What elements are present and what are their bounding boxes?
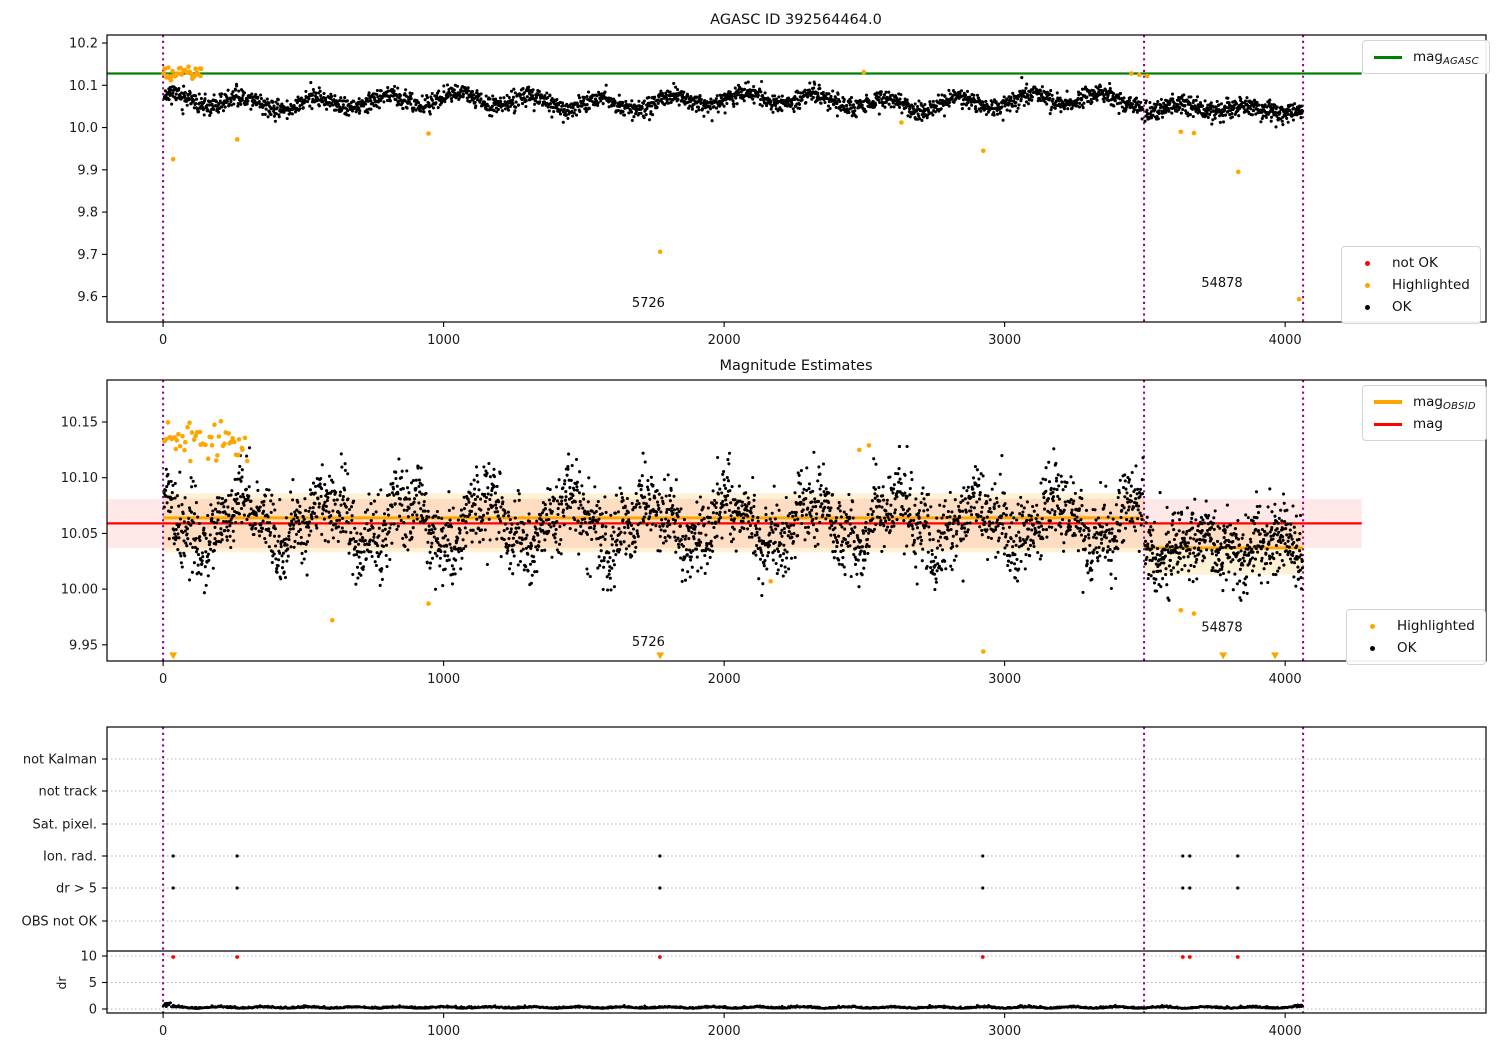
svg-text:9.8: 9.8 [77, 206, 98, 221]
svg-text:9.7: 9.7 [77, 248, 98, 263]
legend-label: mag [1413, 416, 1443, 432]
legend-item-mag-agasc: magAGASC [1371, 46, 1479, 68]
plot1-title: AGASC ID 392564464.0 [710, 12, 882, 28]
legend-item-highlighted: Highlighted [1355, 615, 1475, 637]
legend-label: magOBSID [1413, 394, 1476, 412]
plot2-dot-legend: Highlighted OK [1346, 609, 1486, 665]
flag-category-label: not Kalman [23, 753, 97, 768]
highlighted-dot-icon [1369, 623, 1375, 629]
flag-category-label: not track [38, 785, 97, 800]
mag-agasc-line-icon [1374, 55, 1402, 59]
annotation: 54878 [1201, 620, 1242, 635]
plot2-title: Magnitude Estimates [719, 358, 873, 374]
highlighted-dot-icon [1364, 282, 1370, 288]
legend-item-highlighted: Highlighted [1350, 274, 1470, 296]
flag-category-label: Ion. rad. [43, 850, 97, 865]
flag-category-label: Sat. pixel. [33, 818, 97, 833]
mag-obsid-line-icon [1374, 400, 1402, 404]
legend-label: OK [1397, 640, 1417, 656]
plot1-dot-legend: not OK Highlighted OK [1341, 246, 1481, 324]
not-ok-dot-icon [1364, 260, 1370, 266]
svg-text:9.9: 9.9 [77, 163, 98, 178]
dr-axis-label: dr [54, 976, 69, 990]
plot2-line-legend: magOBSID mag [1362, 385, 1487, 441]
legend-item-not-ok: not OK [1350, 252, 1470, 274]
legend-label: Highlighted [1397, 618, 1475, 634]
flags-plot-layer: 0 1000 2000 3000 4000not Kalmannot trackSat.… [22, 726, 1487, 1039]
mag-line-icon [1374, 422, 1402, 426]
svg-text:10.1: 10.1 [69, 79, 98, 94]
legend-item-mag: mag [1371, 413, 1476, 435]
legend-label: magAGASC [1413, 49, 1479, 67]
svg-text:10.0: 10.0 [69, 121, 98, 136]
legend-item-mag-obsid: magOBSID [1371, 391, 1476, 413]
legend-label: Highlighted [1392, 277, 1470, 293]
svg-text:1000: 1000 [427, 333, 460, 348]
legend-item-ok: OK [1350, 296, 1470, 318]
svg-text:10.2: 10.2 [69, 37, 98, 52]
svg-text:9.6: 9.6 [77, 290, 98, 305]
mag-plot-layer: 5726 54878 0 1000 2000 3000 4000 9.6 9.7 9.8 9.9 10… [69, 34, 1487, 348]
plot1-line-legend: magAGASC [1362, 40, 1490, 74]
legend-item-ok: OK [1355, 637, 1475, 659]
mag-plot-layer: 5726548780 1000 2000 3000 40009.9510.0010.05… [61, 379, 1487, 687]
annotation: 54878 [1201, 276, 1242, 291]
legend-label: not OK [1392, 255, 1438, 271]
svg-text:2000: 2000 [708, 333, 741, 348]
svg-text:3000: 3000 [988, 333, 1021, 348]
ok-dot-icon [1369, 645, 1375, 651]
figure-canvas: 5726 54878 0 1000 2000 3000 4000 9.6 9.7 9.8 9.9 10… [22, 34, 1487, 1039]
svg-text:0: 0 [159, 333, 167, 348]
figure: 5726 54878 0 1000 2000 3000 4000 9.6 9.7 9.8 9.9 10… [0, 0, 1500, 1050]
flag-category-label: OBS not OK [22, 915, 98, 930]
annotation: 5726 [632, 635, 665, 650]
svg-text:4000: 4000 [1269, 333, 1302, 348]
flag-category-label: dr > 5 [56, 882, 97, 897]
legend-label: OK [1392, 299, 1412, 315]
annotation: 5726 [632, 296, 665, 311]
ok-dot-icon [1364, 304, 1370, 310]
